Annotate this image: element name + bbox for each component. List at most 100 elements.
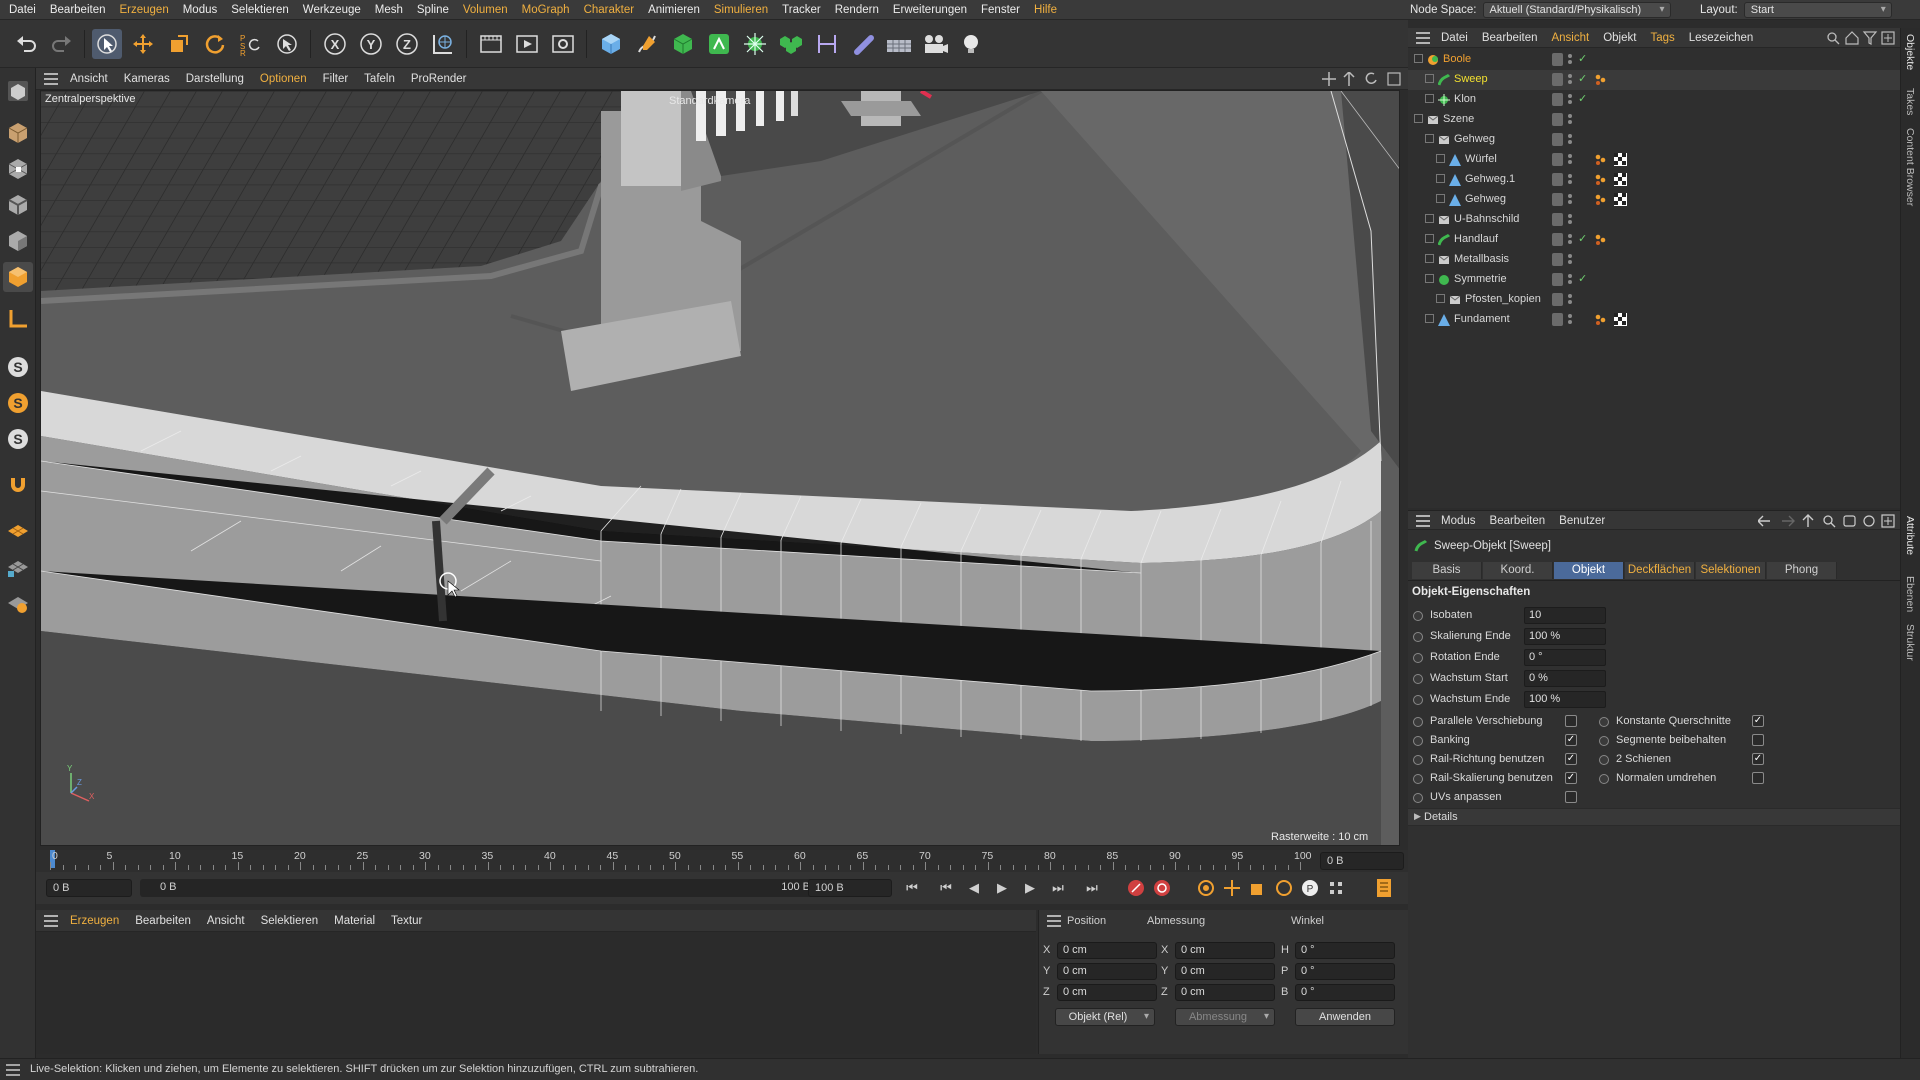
object-name[interactable]: U-Bahnschild [1454, 213, 1519, 225]
world-coord-icon[interactable] [428, 29, 458, 59]
cloner-icon[interactable] [740, 29, 770, 59]
material-menu-icon[interactable] [44, 915, 58, 927]
enabled-check-icon[interactable]: ✓ [1578, 272, 1587, 285]
object-name[interactable]: Handlauf [1454, 233, 1498, 245]
visibility-dots-icon[interactable] [1568, 273, 1572, 285]
checkbox[interactable]: ✓ [1565, 734, 1577, 746]
animate-dot-icon[interactable] [1413, 755, 1423, 765]
pos-x-field[interactable]: 0 cm [1057, 942, 1157, 959]
visibility-dots-icon[interactable] [1568, 53, 1572, 65]
om-menu-bearbeiten[interactable]: Bearbeiten [1475, 32, 1545, 44]
apply-button[interactable]: Anwenden [1295, 1008, 1395, 1026]
property-field[interactable]: 10 [1524, 607, 1606, 624]
visibility-dots-icon[interactable] [1568, 133, 1572, 145]
deformer-icon[interactable] [812, 29, 842, 59]
select-icon[interactable] [272, 29, 302, 59]
layer-toggle-icon[interactable] [1552, 113, 1563, 126]
undo-icon[interactable] [12, 29, 42, 59]
layer-toggle-icon[interactable] [1552, 53, 1563, 66]
redo-icon[interactable] [46, 29, 76, 59]
material-tag-icon[interactable] [1614, 313, 1627, 326]
vp-menu-ansicht[interactable]: Ansicht [62, 73, 116, 85]
phong-tag-icon[interactable] [1594, 73, 1607, 86]
grid-icon[interactable] [3, 552, 33, 582]
property-field[interactable]: 100 % [1524, 628, 1606, 645]
animate-dot-icon[interactable] [1599, 755, 1609, 765]
side-tab-content-browser[interactable]: Content Browser [1904, 128, 1916, 206]
property-field[interactable]: 100 % [1524, 691, 1606, 708]
mat-menu-textur[interactable]: Textur [383, 915, 430, 927]
menu-mesh[interactable]: Mesh [368, 4, 410, 16]
side-tab-takes[interactable]: Takes [1904, 88, 1916, 115]
auto-key-icon[interactable] [1152, 878, 1172, 898]
object-row[interactable]: Symmetrie ✓ [1408, 270, 1900, 290]
expand-icon[interactable] [1425, 214, 1434, 223]
coord-menu-icon[interactable] [1047, 915, 1061, 927]
checkbox[interactable]: ✓ [1752, 753, 1764, 765]
vp-menu-kameras[interactable]: Kameras [116, 73, 178, 85]
vp-menu-optionen[interactable]: Optionen [252, 73, 315, 85]
expand-icon[interactable] [1425, 94, 1434, 103]
rot-h-field[interactable]: 0 ° [1295, 942, 1395, 959]
layer-toggle-icon[interactable] [1552, 293, 1563, 306]
goto-next-key-icon[interactable]: ⏭ [1048, 878, 1068, 898]
step-forward-icon[interactable]: ▶ [1020, 878, 1040, 898]
attr-menu-modus[interactable]: Modus [1434, 515, 1483, 527]
enabled-check-icon[interactable]: ✓ [1578, 52, 1587, 65]
make-editable-icon[interactable] [3, 76, 33, 106]
material-tag-icon[interactable] [1614, 193, 1627, 206]
keyframe-selection-icon[interactable] [1196, 878, 1216, 898]
objmgr-search-filter-icons[interactable] [1826, 31, 1896, 45]
sculpt-icon[interactable]: S [3, 424, 33, 454]
side-tab-ebenen[interactable]: Ebenen [1904, 576, 1916, 612]
menu-erweiterungen[interactable]: Erweiterungen [886, 4, 974, 16]
camera-icon[interactable] [920, 29, 950, 59]
tab-basis[interactable]: Basis [1412, 562, 1482, 579]
checkbox[interactable] [1752, 734, 1764, 746]
snap-icon[interactable]: S [3, 352, 33, 382]
workplane-icon[interactable] [3, 516, 33, 546]
play-icon[interactable]: ▶ [992, 878, 1012, 898]
object-row[interactable]: Handlauf ✓ [1408, 230, 1900, 250]
animate-dot-icon[interactable] [1413, 717, 1423, 727]
y-axis-icon[interactable]: Y [356, 29, 386, 59]
edges-mode-icon[interactable] [3, 190, 33, 220]
start-frame-field[interactable]: 0 B [46, 879, 132, 897]
pos-y-field[interactable]: 0 cm [1057, 963, 1157, 980]
object-name[interactable]: Gehweg.1 [1465, 173, 1515, 185]
layer-toggle-icon[interactable] [1552, 133, 1563, 146]
visibility-dots-icon[interactable] [1568, 193, 1572, 205]
menu-erzeugen[interactable]: Erzeugen [112, 4, 175, 16]
layer-toggle-icon[interactable] [1552, 93, 1563, 106]
object-row[interactable]: Klon ✓ [1408, 90, 1900, 110]
attr-menu-benutzer[interactable]: Benutzer [1552, 515, 1612, 527]
expand-icon[interactable] [1414, 114, 1423, 123]
menu-volumen[interactable]: Volumen [456, 4, 515, 16]
key-pla-icon[interactable] [1326, 878, 1346, 898]
expand-icon[interactable] [1425, 74, 1434, 83]
object-name[interactable]: Klon [1454, 93, 1476, 105]
record-icon[interactable] [1126, 878, 1146, 898]
key-rotation-icon[interactable] [1274, 878, 1294, 898]
menu-selektieren[interactable]: Selektieren [224, 4, 296, 16]
scale-icon[interactable] [164, 29, 194, 59]
object-row[interactable]: U-Bahnschild [1408, 210, 1900, 230]
menu-datei[interactable]: Datei [2, 4, 43, 16]
timeline-ruler[interactable]: 0 5 10 15 20 25 30 35 40 45 50 55 60 65 70 75 80 85 90 95 10… [36, 850, 1408, 872]
animate-dot-icon[interactable] [1413, 611, 1423, 621]
move-icon[interactable] [128, 29, 158, 59]
expand-icon[interactable] [1414, 54, 1423, 63]
checkbox[interactable]: ✓ [1565, 753, 1577, 765]
object-name[interactable]: Szene [1443, 113, 1474, 125]
object-name[interactable]: Fundament [1454, 313, 1510, 325]
visibility-dots-icon[interactable] [1568, 93, 1572, 105]
menu-hilfe[interactable]: Hilfe [1027, 4, 1064, 16]
layer-toggle-icon[interactable] [1552, 233, 1563, 246]
visibility-dots-icon[interactable] [1568, 113, 1572, 125]
checkbox[interactable] [1565, 715, 1577, 727]
floor-icon[interactable] [884, 29, 914, 59]
subdivision-icon[interactable] [668, 29, 698, 59]
details-section[interactable]: ▶ Details [1408, 808, 1900, 826]
vp-menu-prorender[interactable]: ProRender [403, 73, 475, 85]
object-row[interactable]: Gehweg [1408, 190, 1900, 210]
